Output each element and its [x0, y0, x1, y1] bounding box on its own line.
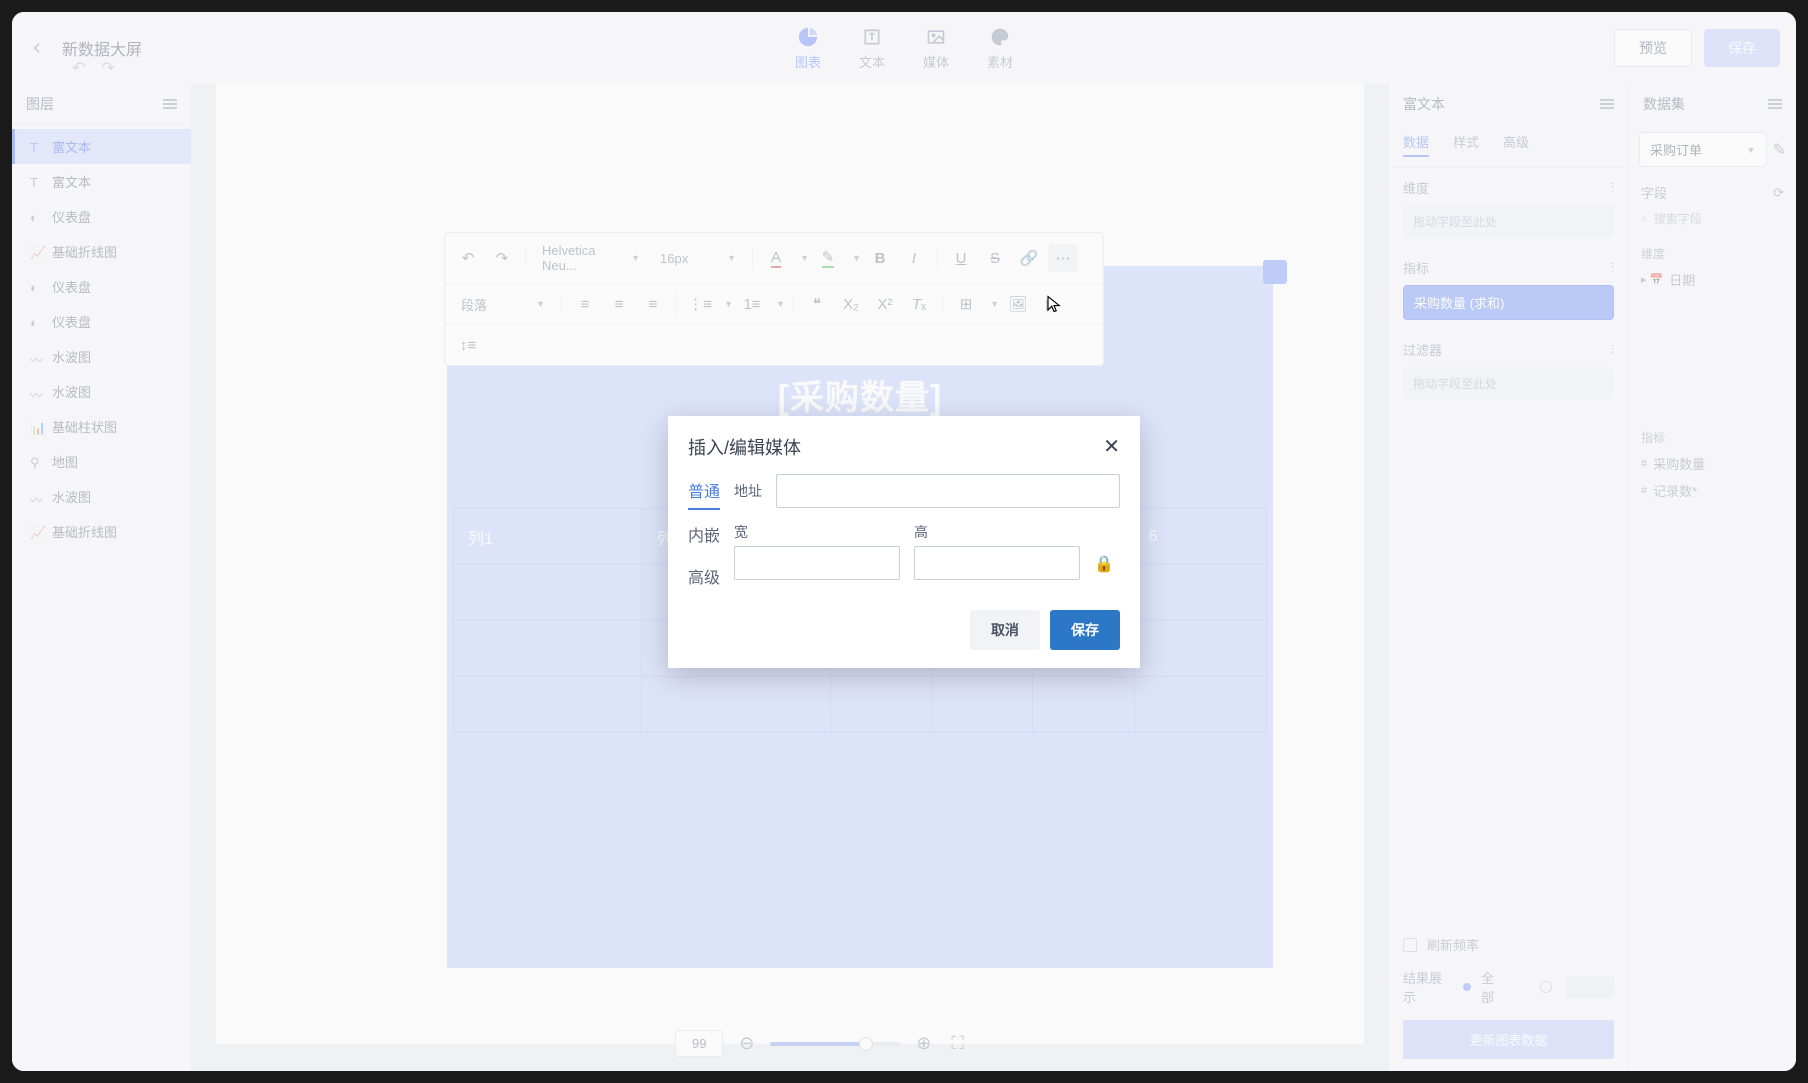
- modal-title: 插入/编辑媒体: [688, 434, 801, 460]
- height-label: 高: [914, 522, 1080, 542]
- insert-media-modal: 插入/编辑媒体 ✕ 普通 内嵌 高级 地址 宽: [668, 416, 1140, 668]
- modal-save-button[interactable]: 保存: [1050, 610, 1120, 650]
- modal-tab-embed[interactable]: 内嵌: [688, 518, 720, 552]
- close-icon[interactable]: ✕: [1103, 434, 1120, 459]
- modal-tab-general[interactable]: 普通: [688, 474, 720, 510]
- cancel-button[interactable]: 取消: [970, 610, 1040, 650]
- url-label: 地址: [734, 481, 762, 501]
- width-label: 宽: [734, 522, 900, 542]
- height-input[interactable]: [914, 546, 1080, 580]
- url-input[interactable]: [776, 474, 1120, 508]
- lock-icon[interactable]: 🔒: [1094, 554, 1114, 574]
- modal-tab-advanced[interactable]: 高级: [688, 560, 720, 594]
- width-input[interactable]: [734, 546, 900, 580]
